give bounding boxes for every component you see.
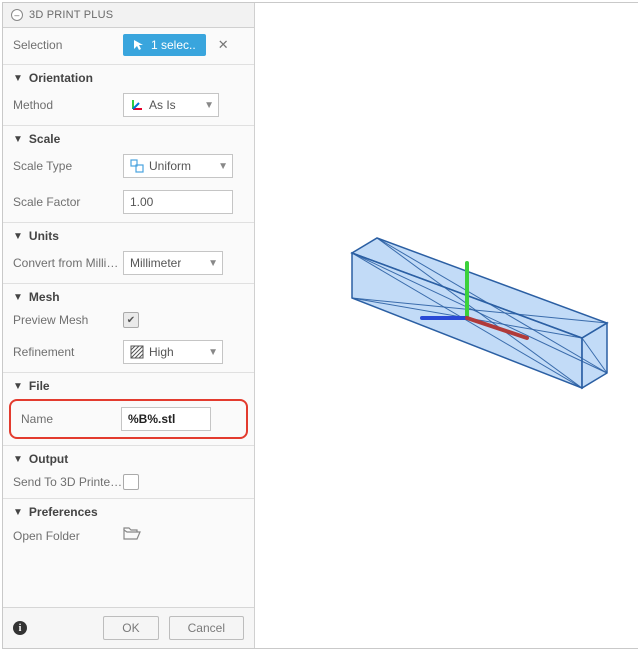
chevron-down-icon: ▼ [208,258,218,269]
selection-row: Selection 1 selec.. ✕ [3,28,254,62]
section-title-file: File [29,379,50,393]
app-frame: – 3D PRINT PLUS Selection 1 selec.. ✕ ▼ … [2,2,638,649]
section-mesh[interactable]: ▼ Mesh [3,283,254,306]
refinement-label: Refinement [13,345,123,359]
panel-title: 3D PRINT PLUS [29,9,113,21]
section-title-orientation: Orientation [29,71,93,85]
uniform-icon [130,159,144,173]
cancel-button[interactable]: Cancel [169,616,244,640]
chevron-down-icon: ▼ [13,454,23,465]
units-row: Convert from Millim... Millimeter ▼ [3,245,254,281]
section-file[interactable]: ▼ File [3,372,254,395]
scale-factor-value: 1.00 [130,195,153,209]
method-select[interactable]: As Is ▼ [123,93,219,117]
units-select[interactable]: Millimeter ▼ [123,251,223,275]
hatch-icon [130,345,144,359]
info-icon[interactable]: i [13,621,27,635]
collapse-icon[interactable]: – [11,9,23,21]
folder-icon [123,527,141,541]
section-title-scale: Scale [29,132,60,146]
scene-svg [255,3,638,648]
selection-label: Selection [13,38,123,52]
section-title-mesh: Mesh [29,290,60,304]
properties-panel: – 3D PRINT PLUS Selection 1 selec.. ✕ ▼ … [3,3,255,648]
preview-mesh-row: Preview Mesh [3,306,254,334]
section-scale[interactable]: ▼ Scale [3,125,254,148]
section-orientation[interactable]: ▼ Orientation [3,64,254,87]
viewport-3d[interactable] [255,3,638,648]
scale-type-label: Scale Type [13,159,123,173]
open-folder-button[interactable] [123,527,141,541]
ok-button[interactable]: OK [103,616,158,640]
chevron-down-icon: ▼ [218,161,228,172]
file-name-label: Name [21,412,121,426]
scale-factor-input[interactable]: 1.00 [123,190,233,214]
chevron-down-icon: ▼ [13,134,23,145]
units-value: Millimeter [130,256,181,270]
scale-factor-row: Scale Factor 1.00 [3,184,254,220]
section-title-preferences: Preferences [29,505,98,519]
chevron-down-icon: ▼ [208,347,218,358]
preview-mesh-checkbox[interactable] [123,312,139,328]
chevron-down-icon: ▼ [13,507,23,518]
refinement-value: High [149,345,174,359]
scale-type-select[interactable]: Uniform ▼ [123,154,233,178]
file-name-input[interactable]: %B%.stl [121,407,211,431]
selection-pill[interactable]: 1 selec.. [123,34,206,56]
selection-control: 1 selec.. ✕ [123,34,244,56]
chevron-down-icon: ▼ [204,100,214,111]
chevron-down-icon: ▼ [13,292,23,303]
refinement-select[interactable]: High ▼ [123,340,223,364]
send-printer-checkbox[interactable] [123,474,139,490]
section-preferences[interactable]: ▼ Preferences [3,498,254,521]
method-value: As Is [149,98,176,112]
selection-pill-text: 1 selec.. [151,38,196,52]
send-printer-label: Send To 3D Printer ... [13,475,123,489]
clear-selection-button[interactable]: ✕ [218,37,229,53]
preview-mesh-label: Preview Mesh [13,313,123,327]
scale-type-row: Scale Type Uniform ▼ [3,148,254,184]
method-row: Method As Is ▼ [3,87,254,123]
open-folder-row: Open Folder [3,521,254,550]
file-name-value: %B%.stl [128,412,175,426]
refinement-row: Refinement High ▼ [3,334,254,370]
send-printer-row: Send To 3D Printer ... [3,468,254,496]
section-title-output: Output [29,452,68,466]
file-name-row: Name %B%.stl [15,405,242,433]
chevron-down-icon: ▼ [13,381,23,392]
chevron-down-icon: ▼ [13,231,23,242]
section-units[interactable]: ▼ Units [3,222,254,245]
chevron-down-icon: ▼ [13,73,23,84]
section-output[interactable]: ▼ Output [3,445,254,468]
panel-footer: i OK Cancel [3,607,254,648]
units-label: Convert from Millim... [13,256,123,270]
file-name-highlight: Name %B%.stl [9,399,248,439]
axes-icon [130,98,144,112]
scale-factor-label: Scale Factor [13,195,123,209]
cursor-icon [133,39,145,51]
section-title-units: Units [29,229,59,243]
method-label: Method [13,98,123,112]
scale-type-value: Uniform [149,159,191,173]
panel-title-bar: – 3D PRINT PLUS [3,3,254,28]
open-folder-label: Open Folder [13,529,123,543]
